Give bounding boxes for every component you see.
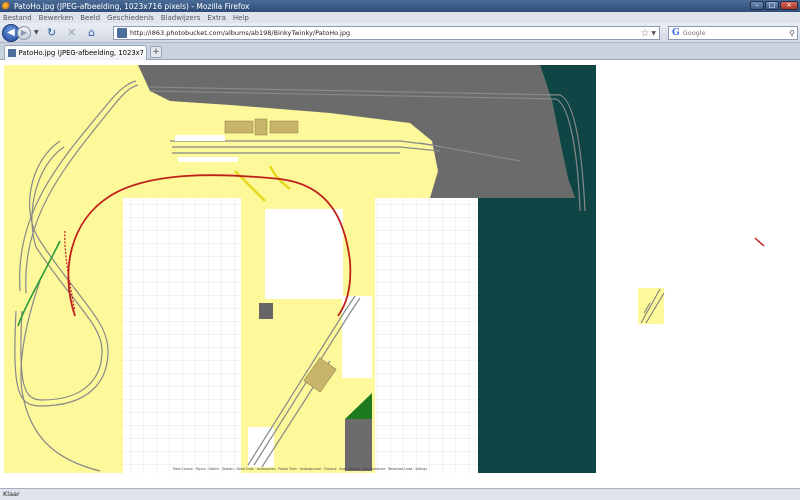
image-legend: Main Course · Figure · Switch · Station … <box>173 467 427 471</box>
url-dropdown-icon[interactable]: ▼ <box>651 30 656 37</box>
site-favicon-icon <box>117 28 127 38</box>
title-bar: PatoHo.jpg (JPEG-afbeelding, 1023x716 pi… <box>0 0 800 12</box>
status-text: Klaar <box>3 490 20 498</box>
maximize-button[interactable]: □ <box>765 1 779 10</box>
track-plan-image: Main Course · Figure · Switch · Station … <box>4 65 765 473</box>
menu-item-extra[interactable]: Extra <box>207 14 225 22</box>
menu-item-bladwijzers[interactable]: Bladwijzers <box>161 14 201 22</box>
tab-bar: PatoHo.jpg (JPEG-afbeelding, 1023x7... + <box>0 43 800 60</box>
menu-bar: Bestand Bewerken Beeld Geschiedenis Blad… <box>0 12 800 23</box>
search-icon[interactable]: ⚲ <box>789 29 795 38</box>
content-area: Main Course · Figure · Switch · Station … <box>0 61 800 488</box>
status-bar: Klaar <box>0 488 800 500</box>
tab-patoho[interactable]: PatoHo.jpg (JPEG-afbeelding, 1023x7... <box>4 45 147 60</box>
home-icon[interactable]: ⌂ <box>85 26 99 40</box>
red-mark <box>754 237 765 247</box>
menu-item-help[interactable]: Help <box>233 14 249 22</box>
bookmark-star-icon[interactable]: ☆ <box>640 28 649 39</box>
stop-icon[interactable]: ✕ <box>65 26 79 40</box>
search-input[interactable] <box>682 29 790 37</box>
search-box[interactable]: G ⚲ <box>668 26 798 40</box>
menu-item-bestand[interactable]: Bestand <box>3 14 32 22</box>
url-bar[interactable]: ☆ ▼ <box>113 26 660 40</box>
menu-item-bewerken[interactable]: Bewerken <box>39 14 74 22</box>
tab-label: PatoHo.jpg (JPEG-afbeelding, 1023x7... <box>18 49 143 57</box>
white-block <box>265 209 343 299</box>
reload-icon[interactable]: ↻ <box>45 26 59 40</box>
new-tab-button[interactable]: + <box>150 46 162 58</box>
menu-item-beeld[interactable]: Beeld <box>80 14 100 22</box>
tab-favicon-icon <box>8 49 16 57</box>
minimize-button[interactable]: – <box>750 1 764 10</box>
navigation-toolbar: ◀ ▶ ▼ ↻ ✕ ⌂ ☆ ▼ G ⚲ <box>0 23 800 43</box>
close-button[interactable]: × <box>780 1 798 10</box>
history-dropdown-icon[interactable]: ▼ <box>34 29 39 36</box>
menu-item-geschiedenis[interactable]: Geschiedenis <box>107 14 154 22</box>
firefox-icon <box>2 2 10 10</box>
google-icon[interactable]: G <box>672 28 680 38</box>
forward-button[interactable]: ▶ <box>17 25 31 40</box>
url-input[interactable] <box>130 29 641 37</box>
window-title: PatoHo.jpg (JPEG-afbeelding, 1023x716 pi… <box>14 1 250 11</box>
